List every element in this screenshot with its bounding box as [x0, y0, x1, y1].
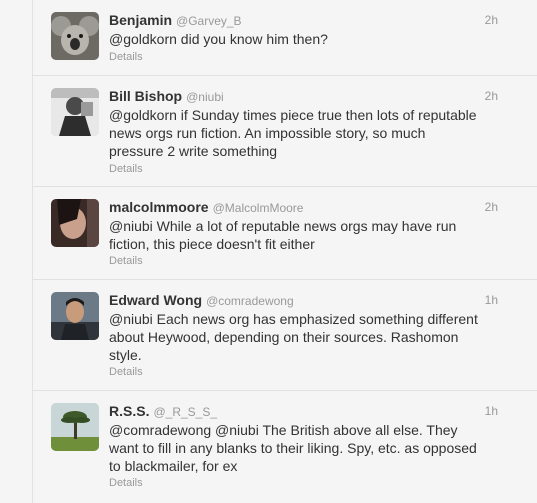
- author-handle[interactable]: @niubi: [186, 90, 224, 104]
- tweet-text-line: @comradewong @niubi The British above al…: [109, 422, 458, 438]
- tweet-text: @niubi Each news org has emphasized some…: [109, 310, 499, 364]
- author-name[interactable]: R.S.S.: [109, 403, 149, 419]
- tweet-item[interactable]: Bill Bishop @niubi 2h @goldkorn if Sunda…: [33, 76, 537, 187]
- tweet-text: @goldkorn did you know him then?: [109, 30, 499, 48]
- tweet-item[interactable]: malcolmmoore @MalcolmMoore 2h @niubi Whi…: [33, 187, 537, 280]
- author-name[interactable]: Edward Wong: [109, 292, 202, 308]
- author-name[interactable]: Benjamin: [109, 12, 172, 28]
- man-portrait-avatar[interactable]: [51, 292, 99, 340]
- author-name[interactable]: malcolmmoore: [109, 199, 209, 215]
- tweet-text-line: want to fill in any blanks to their liki…: [109, 440, 477, 456]
- tweet-item[interactable]: Benjamin @Garvey_B 2h @goldkorn did you …: [33, 0, 537, 76]
- tweet-timestamp[interactable]: 1h: [485, 293, 498, 307]
- details-link[interactable]: Details: [109, 51, 143, 63]
- tweet-text-line: @niubi While a lot of reputable news org…: [109, 218, 457, 234]
- tweet-text-line: fiction, this piece doesn't fit either: [109, 236, 315, 252]
- author-handle[interactable]: @comradewong: [206, 294, 294, 308]
- tweet-text-line: @goldkorn did you know him then?: [109, 31, 328, 47]
- author-handle[interactable]: @Garvey_B: [176, 14, 242, 28]
- bw-portrait-avatar[interactable]: [51, 88, 99, 136]
- tweet-text: @goldkorn if Sunday times piece true the…: [109, 106, 499, 160]
- details-link[interactable]: Details: [109, 255, 143, 267]
- tweet-text-line: about Heywood, depending on their source…: [109, 329, 459, 345]
- tweet-stream: Benjamin @Garvey_B 2h @goldkorn did you …: [32, 0, 537, 503]
- tweet-timestamp[interactable]: 1h: [485, 404, 498, 418]
- tweet-item[interactable]: Edward Wong @comradewong 1h @niubi Each …: [33, 280, 537, 391]
- tweet-item[interactable]: R.S.S. @_R_S_S_ 1h @comradewong @niubi T…: [33, 391, 537, 503]
- palm-tree-avatar[interactable]: [51, 403, 99, 451]
- details-link[interactable]: Details: [109, 163, 143, 175]
- tweet-text-line: to blackmailer, for ex: [109, 458, 238, 474]
- tweet-text: @comradewong @niubi The British above al…: [109, 421, 499, 475]
- dark-portrait-avatar[interactable]: [51, 199, 99, 247]
- author-handle[interactable]: @_R_S_S_: [153, 405, 217, 419]
- koala-avatar[interactable]: [51, 12, 99, 60]
- details-link[interactable]: Details: [109, 366, 143, 378]
- tweet-timestamp[interactable]: 2h: [485, 89, 498, 103]
- tweet-timestamp[interactable]: 2h: [485, 200, 498, 214]
- tweet-text-line: style.: [109, 347, 142, 363]
- tweet-text-line: pressure 2 write something: [109, 143, 278, 159]
- tweet-text-line: news orgs run fiction. An impossible sto…: [109, 125, 426, 141]
- tweet-text: @niubi While a lot of reputable news org…: [109, 217, 499, 253]
- tweet-text-line: @goldkorn if Sunday times piece true the…: [109, 107, 477, 123]
- details-link[interactable]: Details: [109, 477, 143, 489]
- author-name[interactable]: Bill Bishop: [109, 88, 182, 104]
- author-handle[interactable]: @MalcolmMoore: [213, 201, 304, 215]
- tweet-timestamp[interactable]: 2h: [485, 13, 498, 27]
- tweet-text-line: @niubi Each news org has emphasized some…: [109, 311, 478, 327]
